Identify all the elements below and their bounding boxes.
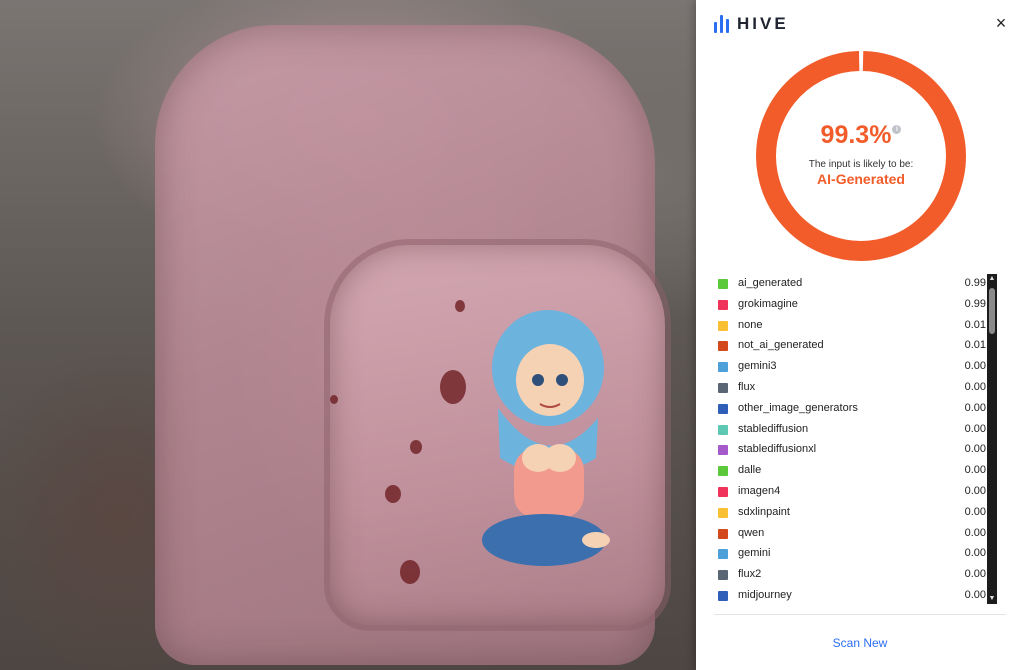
class-label: grokimagine [738,297,798,310]
list-item: midjourney 0.00 [716,586,986,604]
class-label: flux [738,380,756,393]
list-item: gemini 0.00 [716,544,986,565]
stain [385,485,401,503]
list-item: stablediffusionxl 0.00 [716,440,986,461]
color-swatch [718,486,728,497]
list-item: none 0.01 [716,316,986,337]
class-label: imagen4 [738,484,781,497]
result-verdict: AI-Generated [817,171,905,187]
close-icon[interactable]: × [992,14,1010,32]
class-label: none [738,318,763,331]
list-item: dalle 0.00 [716,461,986,482]
class-value: 0.00 [964,568,986,581]
divider [714,614,1006,615]
color-swatch [718,507,728,518]
stain [410,440,422,454]
color-swatch [718,424,728,435]
class-value: 0.00 [964,526,986,539]
class-label: not_ai_generated [738,339,824,352]
class-label: midjourney [738,588,792,601]
list-item: imagen4 0.00 [716,482,986,503]
panel-header: HIVE × [696,0,1024,46]
class-value: 0.00 [964,505,986,518]
class-label: ai_generated [738,277,803,289]
score-value: 99.3% [820,121,892,149]
list-item: stablediffusion 0.00 [716,420,986,441]
brand-name: HIVE [737,14,789,33]
class-value: 0.00 [964,380,986,393]
class-value: 0.00 [964,422,986,435]
class-value: 0.00 [964,401,986,414]
color-swatch [718,570,728,581]
class-scores-list[interactable]: ai_generated 0.99 grokimagine 0.99 none 0.01 n… [716,274,986,604]
color-swatch [718,466,728,477]
class-label: dalle [738,464,762,477]
stain [440,370,466,404]
class-value: 0.00 [964,588,986,601]
sticker-girl-illustration [482,310,610,566]
color-swatch [718,528,728,539]
class-label: qwen [738,526,765,539]
class-label: stablediffusionxl [738,443,817,456]
class-label: gemini3 [738,360,777,373]
color-swatch [718,362,728,373]
class-label: other_image_generators [738,401,858,414]
color-swatch [718,403,728,414]
scroll-down-icon[interactable]: ▼ [987,594,997,604]
list-item: ai_generated 0.99 [716,274,986,295]
class-value: 0.99 [964,297,986,310]
class-value: 0.00 [964,464,986,477]
class-label: gemini [738,547,771,560]
class-value: 0.00 [964,547,986,560]
color-swatch [718,445,728,456]
class-value: 0.01 [964,339,986,352]
class-value: 0.00 [964,360,986,373]
list-item: flux2 0.00 [716,565,986,586]
stain [400,560,420,584]
color-swatch [718,320,728,331]
list-item: flux 0.00 [716,378,986,399]
list-item: gemini3 0.00 [716,357,986,378]
class-label: sdxlinpaint [738,505,790,518]
color-swatch [718,382,728,393]
info-icon[interactable]: i [892,125,902,134]
list-item: qwen 0.00 [716,524,986,545]
class-label: stablediffusion [738,422,809,435]
color-swatch [718,279,728,289]
list-item: grokimagine 0.99 [716,295,986,316]
hive-logo-icon [714,15,729,33]
class-value: 0.00 [964,484,986,497]
color-swatch [718,341,728,352]
hive-detection-panel: HIVE × 99.3% i The input is likely to be:… [696,0,1024,670]
class-label: flux2 [738,568,762,581]
ring-fill [756,51,966,261]
color-swatch [718,590,728,601]
list-item: sdxlinpaint 0.00 [716,503,986,524]
class-value: 0.01 [964,318,986,331]
list-item: not_ai_generated 0.01 [716,336,986,357]
list-scrollbar[interactable]: ▲ ▼ [987,274,997,604]
score-value-wrap: 99.3% i [756,121,966,150]
stain [330,395,338,404]
color-swatch [718,549,728,560]
class-value: 0.00 [964,443,986,456]
class-value: 0.99 [964,277,986,289]
hive-logo: HIVE [714,14,789,34]
list-item: other_image_generators 0.00 [716,399,986,420]
scroll-up-icon[interactable]: ▲ [987,274,997,284]
score-ring: 99.3% i The input is likely to be: AI-Gen… [756,51,966,261]
result-subtitle: The input is likely to be: [808,159,914,170]
color-swatch [718,299,728,310]
scroll-thumb[interactable] [989,288,995,334]
score-ring-chart [756,51,966,261]
stain [455,300,465,312]
scan-new-button[interactable]: Scan New [696,636,1024,650]
